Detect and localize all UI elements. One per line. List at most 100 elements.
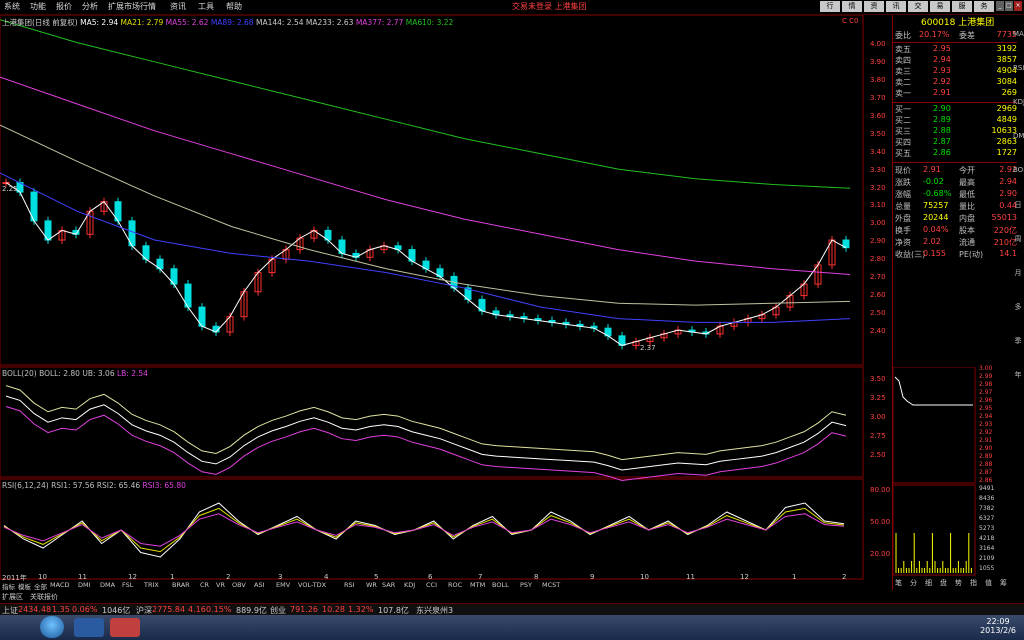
tick-tab-1[interactable]: 分 <box>910 578 917 588</box>
menu-analysis[interactable]: 分析 <box>82 1 98 12</box>
buy-row[interactable]: 买四 2.87 2863 <box>893 137 1017 147</box>
kline-chart-svg[interactable] <box>0 14 864 580</box>
system-clock[interactable]: 22:09 2013/2/6 <box>980 617 1016 635</box>
tab-related-quote[interactable]: 关联报价 <box>30 592 58 602</box>
tab-trade-2[interactable]: 易 <box>930 1 950 12</box>
stat-value-1: 20244 <box>923 213 949 222</box>
main-y-tick: 3.10 <box>870 201 886 210</box>
tab-service-1[interactable]: 服 <box>952 1 972 12</box>
side-icon-5[interactable]: 日 <box>1013 200 1023 210</box>
tab-extended-area[interactable]: 扩展区 <box>2 592 23 602</box>
sell-row[interactable]: 卖一 2.91 269 <box>893 88 1017 98</box>
indicator-tab-obv[interactable]: OBV <box>232 581 246 589</box>
side-icon-8[interactable]: 多 <box>1013 302 1023 312</box>
indicator-tab-sar[interactable]: SAR <box>382 581 395 589</box>
stat-label-1: 换手 <box>895 226 911 235</box>
app-taskbar-icon[interactable] <box>110 618 140 637</box>
sell-row[interactable]: 卖四 2.94 3857 <box>893 55 1017 65</box>
sh-change: 1.35 <box>52 605 70 614</box>
indicator-tab-模板[interactable]: 模板 <box>18 581 31 591</box>
maximize-icon[interactable]: □ <box>1005 1 1013 11</box>
tab-trade-1[interactable]: 交 <box>908 1 928 12</box>
indicator-tab-vol-tdx[interactable]: VOL-TDX <box>298 581 326 589</box>
menu-system[interactable]: 系统 <box>4 1 20 12</box>
indicator-tab-cci[interactable]: CCI <box>426 581 437 589</box>
tick-price-label: 2.86 <box>979 477 993 484</box>
sell-row[interactable]: 卖五 2.95 3192 <box>893 44 1017 54</box>
ma-line-ma144 <box>0 172 851 323</box>
indicator-tab-roc[interactable]: ROC <box>448 581 462 589</box>
start-button-icon[interactable] <box>40 616 64 638</box>
side-icon-4[interactable]: BOLL <box>1013 166 1024 174</box>
tab-quote-1[interactable]: 行 <box>820 1 840 12</box>
close-icon[interactable]: × <box>1014 1 1022 11</box>
tick-tab-4[interactable]: 势 <box>955 578 962 588</box>
menu-quote[interactable]: 报价 <box>56 1 72 12</box>
indicator-tab-mcst[interactable]: MCST <box>542 581 560 589</box>
sell-row[interactable]: 卖二 2.92 3084 <box>893 77 1017 87</box>
ie-icon[interactable] <box>74 618 104 637</box>
minimize-icon[interactable]: _ <box>996 1 1004 11</box>
tick-tab-2[interactable]: 细 <box>925 578 932 588</box>
indicator-tab-brar[interactable]: BRAR <box>172 581 190 589</box>
indicator-tab-emv[interactable]: EMV <box>276 581 290 589</box>
side-icon-7[interactable]: 月 <box>1013 268 1023 278</box>
sell-row[interactable]: 卖三 2.93 4904 <box>893 66 1017 76</box>
separator <box>893 42 1017 43</box>
indicator-tab-asi[interactable]: ASI <box>254 581 265 589</box>
indicator-tab-boll[interactable]: BOLL <box>492 581 509 589</box>
sell-price: 2.92 <box>933 77 951 86</box>
indicator-tab-指标[interactable]: 指标 <box>2 581 15 591</box>
menu-function[interactable]: 功能 <box>30 1 46 12</box>
boll-mid-line <box>5 395 847 471</box>
tick-tab-0[interactable]: 笔 <box>895 578 902 588</box>
buy-row[interactable]: 买二 2.89 4849 <box>893 115 1017 125</box>
buy-row[interactable]: 买一 2.90 2969 <box>893 104 1017 114</box>
side-icon-6[interactable]: 周 <box>1013 234 1023 244</box>
tab-news-2[interactable]: 讯 <box>886 1 906 12</box>
buy-row[interactable]: 买三 2.88 10633 <box>893 126 1017 136</box>
indicator-tab-trix[interactable]: TRIX <box>144 581 159 589</box>
stat-row: 总量 75257 量比 0.44 <box>893 201 1017 211</box>
legend-ma144: MA144: 2.54 <box>255 18 304 27</box>
indicator-tab-rsi[interactable]: RSI <box>344 581 355 589</box>
tab-quote-2[interactable]: 情 <box>842 1 862 12</box>
rsi-y-tick: 50.00 <box>870 518 891 526</box>
tab-service-2[interactable]: 务 <box>974 1 994 12</box>
indicator-tab-fsl[interactable]: FSL <box>122 581 133 589</box>
stat-row: 换手 0.04% 股本 220亿 <box>893 225 1017 235</box>
stat-row: 外盘 20244 内盘 55013 <box>893 213 1017 223</box>
tick-tab-5[interactable]: 指 <box>970 578 977 588</box>
indicator-tab-kdj[interactable]: KDJ <box>404 581 415 589</box>
indicator-tab-全部[interactable]: 全部 <box>34 581 47 591</box>
sz-change: 4.16 <box>188 605 206 614</box>
indicator-tab-vr[interactable]: VR <box>216 581 225 589</box>
menu-news[interactable]: 资讯 <box>170 1 186 12</box>
side-icon-9[interactable]: 季 <box>1013 336 1023 346</box>
main-y-tick: 2.90 <box>870 237 886 246</box>
indicator-tab-cr[interactable]: CR <box>200 581 209 589</box>
indicator-tab-psy[interactable]: PSY <box>520 581 532 589</box>
indicator-tab-dmi[interactable]: DMI <box>78 581 91 589</box>
main-y-tick: 3.50 <box>870 129 886 138</box>
weicha-label: 委差 <box>959 31 975 40</box>
tab-news-1[interactable]: 资 <box>864 1 884 12</box>
menu-help[interactable]: 帮助 <box>226 1 242 12</box>
indicator-tab-dma[interactable]: DMA <box>100 581 115 589</box>
sz-index: 2775.84 <box>152 605 186 614</box>
indicator-tab-macd[interactable]: MACD <box>50 581 69 589</box>
side-icon-3[interactable]: DMI <box>1013 132 1024 140</box>
tick-tab-7[interactable]: 筹 <box>1000 578 1007 588</box>
chart-area[interactable]: 上港集团(日线 前复权) MA5: 2.94 MA21: 2.79 MA55: … <box>0 14 864 580</box>
indicator-tab-wr[interactable]: WR <box>366 581 377 589</box>
menu-extended-market[interactable]: 扩展市场行情 <box>108 1 156 12</box>
tick-tab-6[interactable]: 值 <box>985 578 992 588</box>
side-icon-0[interactable]: MACD <box>1013 30 1024 38</box>
sh-index: 2434.48 <box>18 605 52 614</box>
buy-row[interactable]: 买五 2.86 1727 <box>893 148 1017 158</box>
tick-tab-3[interactable]: 盘 <box>940 578 947 588</box>
indicator-tab-mtm[interactable]: MTM <box>470 581 485 589</box>
side-icon-1[interactable]: RSI <box>1013 64 1024 72</box>
menu-tools[interactable]: 工具 <box>198 1 214 12</box>
side-icon-2[interactable]: KDJ <box>1013 98 1024 106</box>
